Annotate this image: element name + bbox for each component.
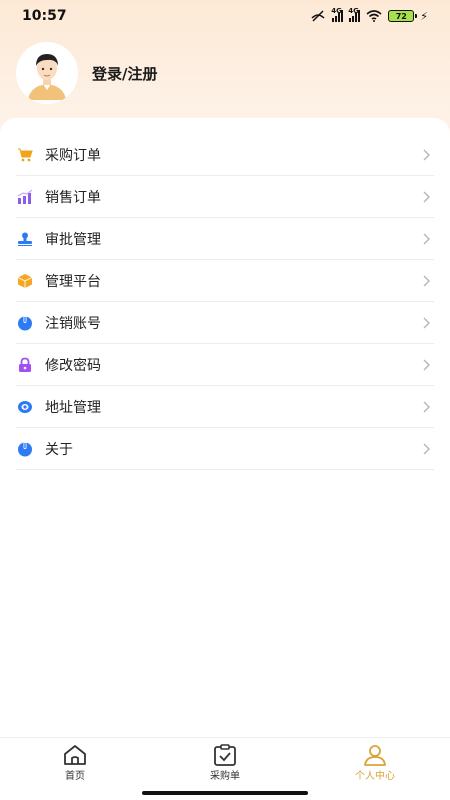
menu-item-label: 采购订单	[45, 147, 101, 164]
menu-item-address[interactable]: 地址管理	[16, 386, 434, 428]
user-icon	[364, 744, 386, 766]
tab-label: 个人中心	[355, 770, 395, 782]
profile-section[interactable]: 登录/注册	[16, 42, 157, 104]
signal-icon-2: 4G	[348, 7, 361, 22]
chevron-right-icon	[423, 191, 430, 202]
status-time: 10:57	[22, 8, 67, 24]
charging-icon: ⚡	[420, 9, 428, 23]
tab-profile[interactable]: 个人中心	[315, 744, 435, 782]
menu-item-approval[interactable]: 审批管理	[16, 218, 434, 260]
login-register-link[interactable]: 登录/注册	[92, 63, 157, 84]
menu-item-change-password[interactable]: 修改密码	[16, 344, 434, 386]
avatar-image	[16, 42, 78, 104]
menu-item-label: 地址管理	[45, 399, 101, 416]
avatar[interactable]	[16, 42, 78, 104]
tab-home[interactable]: 首页	[15, 744, 135, 782]
menu-item-about[interactable]: 关于	[16, 428, 434, 470]
menu-item-label: 关于	[45, 441, 73, 458]
menu-card: 采购订单 销售订单 审批管理 管理平台 注销账号 修改密码 地址管理 关于	[0, 118, 450, 738]
battery-level: 72	[395, 11, 407, 21]
status-bar: 10:57 4G 4G 72 ⚡	[0, 0, 450, 32]
menu-item-sales-orders[interactable]: 销售订单	[16, 176, 434, 218]
battery-icon: 72	[388, 10, 418, 22]
chevron-right-icon	[423, 359, 430, 370]
location-icon	[16, 398, 34, 416]
home-icon	[64, 744, 86, 765]
chevron-right-icon	[423, 317, 430, 328]
chevron-right-icon	[423, 401, 430, 412]
menu-item-purchase-orders[interactable]: 采购订单	[16, 134, 434, 176]
chevron-right-icon	[423, 275, 430, 286]
chevron-right-icon	[423, 443, 430, 454]
menu-item-delete-account[interactable]: 注销账号	[16, 302, 434, 344]
clipboard-check-icon	[214, 743, 236, 766]
logout-icon	[16, 314, 34, 332]
tab-label: 采购单	[210, 770, 240, 782]
menu-item-label: 审批管理	[45, 231, 101, 248]
box-icon	[16, 272, 34, 290]
lock-icon	[16, 356, 34, 374]
home-indicator[interactable]	[0, 787, 450, 800]
menu-item-label: 注销账号	[45, 315, 101, 332]
menu-item-label: 管理平台	[45, 273, 101, 290]
network-type-1: 4G	[331, 7, 342, 15]
network-type-2: 4G	[348, 7, 359, 15]
status-icons: 4G 4G 72 ⚡	[310, 7, 428, 23]
wifi-icon	[366, 10, 382, 22]
stamp-icon	[16, 230, 34, 248]
chart-icon	[16, 188, 34, 206]
tab-label: 首页	[65, 770, 85, 782]
info-icon	[16, 440, 34, 458]
menu-item-label: 销售订单	[45, 189, 101, 206]
menu-item-admin-platform[interactable]: 管理平台	[16, 260, 434, 302]
mute-icon	[311, 10, 325, 22]
menu-item-label: 修改密码	[45, 357, 101, 374]
tab-purchase-list[interactable]: 采购单	[165, 743, 285, 782]
menu-list: 采购订单 销售订单 审批管理 管理平台 注销账号 修改密码 地址管理 关于	[16, 134, 434, 470]
bottom-tab-bar: 首页 采购单 个人中心	[0, 737, 450, 787]
cart-icon	[16, 146, 34, 164]
chevron-right-icon	[423, 233, 430, 244]
chevron-right-icon	[423, 149, 430, 160]
signal-icon: 4G	[331, 7, 344, 22]
